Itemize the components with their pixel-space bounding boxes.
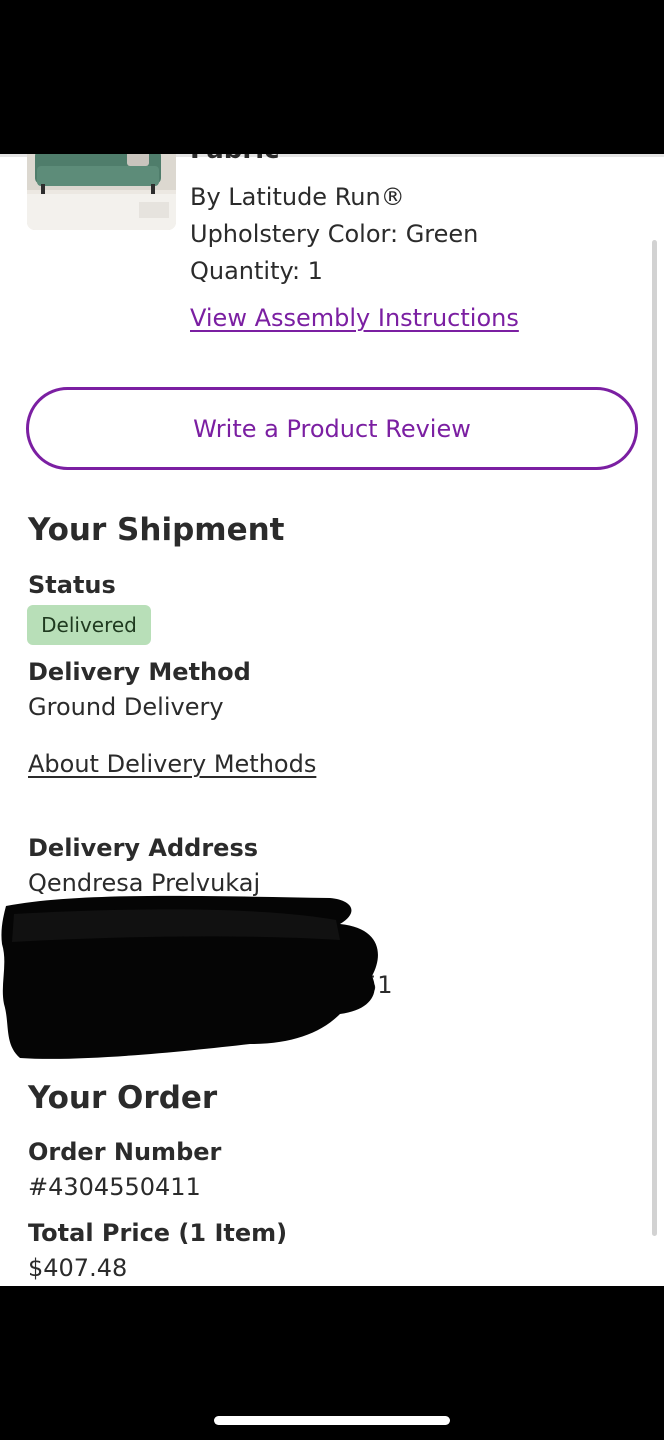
about-delivery-methods-link[interactable]: About Delivery Methods bbox=[28, 749, 316, 779]
status-bar-area bbox=[0, 0, 664, 154]
order-number-value: #4304550411 bbox=[28, 1173, 201, 1201]
write-review-button[interactable]: Write a Product Review bbox=[26, 387, 638, 470]
view-assembly-instructions-link[interactable]: View Assembly Instructions bbox=[190, 302, 519, 334]
product-color: Upholstery Color: Green bbox=[190, 220, 479, 248]
scrollbar[interactable] bbox=[652, 240, 657, 1236]
total-price-value: $407.48 bbox=[28, 1254, 128, 1282]
status-badge: Delivered bbox=[27, 605, 151, 645]
total-price-label: Total Price (1 Item) bbox=[28, 1219, 288, 1247]
order-section-title: Your Order bbox=[28, 1080, 218, 1116]
order-details-screen[interactable]: Fabric By Latitude Run® Upholstery Color… bbox=[0, 154, 664, 1286]
delivery-method-value: Ground Delivery bbox=[28, 693, 224, 721]
order-number-label: Order Number bbox=[28, 1138, 222, 1166]
product-title: Fabric bbox=[190, 154, 280, 168]
delivery-address-label: Delivery Address bbox=[28, 834, 259, 862]
product-image[interactable] bbox=[27, 154, 176, 230]
home-indicator[interactable] bbox=[214, 1416, 450, 1425]
shipment-section-title: Your Shipment bbox=[28, 512, 285, 548]
product-brand: By Latitude Run® bbox=[190, 183, 405, 211]
status-label: Status bbox=[28, 571, 116, 599]
delivery-method-label: Delivery Method bbox=[28, 658, 251, 686]
redaction-scribble bbox=[1, 895, 378, 1059]
product-quantity: Quantity: 1 bbox=[190, 257, 323, 285]
